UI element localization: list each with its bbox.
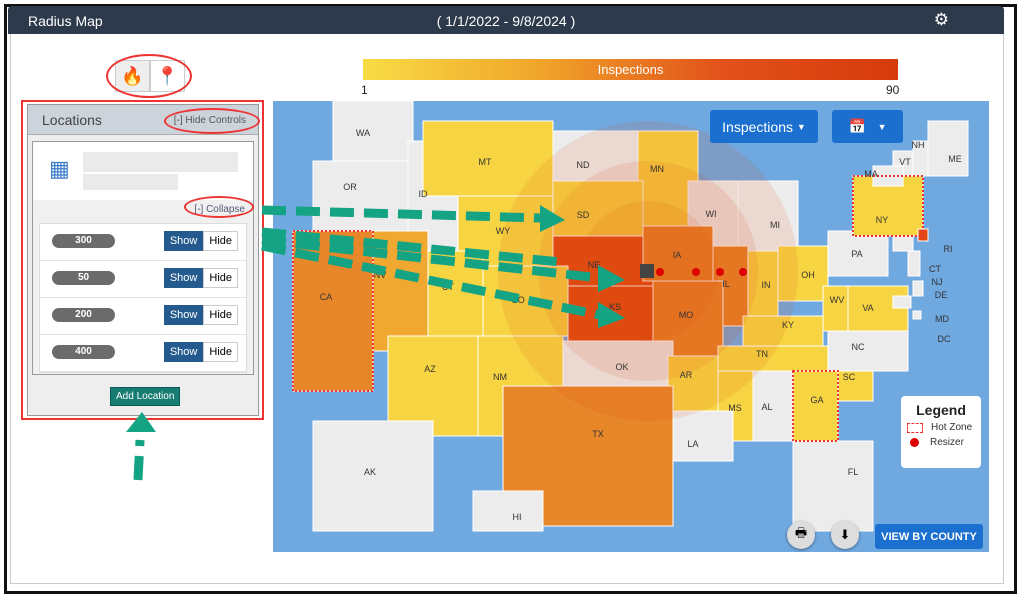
gear-icon[interactable]: ⚙	[934, 10, 949, 30]
state-label: PA	[851, 249, 862, 259]
state-label: LA	[687, 439, 698, 449]
state-label: CA	[320, 292, 333, 302]
state-label: DE	[935, 290, 948, 300]
state-label: IA	[673, 250, 682, 260]
state-or[interactable]	[312, 160, 409, 232]
state-label: OH	[801, 270, 815, 280]
state-de[interactable]	[912, 280, 924, 297]
hot-zone-swatch	[907, 422, 923, 433]
state-label: ME	[948, 154, 962, 164]
highlight-ring	[106, 54, 192, 98]
resizer-handle[interactable]	[739, 268, 747, 276]
caret-down-icon: ▼	[877, 121, 887, 132]
state-label: ND	[577, 160, 590, 170]
state-ut[interactable]	[427, 250, 484, 337]
resizer-handle[interactable]	[692, 268, 700, 276]
legend-title: Legend	[916, 402, 966, 418]
highlight-box	[21, 100, 264, 420]
state-label: MD	[935, 314, 949, 324]
state-label: NE	[588, 260, 601, 270]
state-label: KS	[609, 302, 621, 312]
state-label: FL	[848, 467, 859, 477]
state-label: SC	[843, 372, 856, 382]
date-range[interactable]: ( 1/1/2022 - 9/8/2024 )	[8, 13, 1004, 29]
state-label: NY	[876, 215, 889, 225]
state-fl[interactable]	[792, 440, 874, 532]
inspections-scale: Inspections	[363, 59, 898, 80]
state-label: CT	[929, 264, 941, 274]
state-label: IL	[722, 279, 730, 289]
map-legend: Legend Hot Zone Resizer	[901, 396, 981, 468]
state-label: MT	[479, 157, 492, 167]
print-icon[interactable]: 🖶	[787, 521, 815, 549]
resizer-handle[interactable]	[656, 268, 664, 276]
state-ca[interactable]	[292, 230, 374, 392]
view-by-county-button[interactable]: VIEW BY COUNTY	[875, 524, 983, 549]
date-dropdown[interactable]: 📅 ▼	[832, 110, 903, 143]
state-label: NC	[852, 342, 865, 352]
state-ga[interactable]	[792, 370, 839, 442]
resizer-handle[interactable]	[716, 268, 724, 276]
calendar-icon: 📅	[848, 118, 866, 134]
legend-item: Hot Zone	[931, 422, 973, 433]
state-label: VT	[899, 157, 911, 167]
state-label: RI	[944, 244, 953, 254]
state-label: MA	[864, 169, 878, 179]
resizer-swatch	[910, 438, 919, 447]
state-ct[interactable]	[892, 235, 914, 252]
state-wa[interactable]	[332, 101, 414, 162]
state-label: AZ	[424, 364, 436, 374]
state-label: VA	[862, 303, 873, 313]
download-icon[interactable]: ⬇	[831, 521, 859, 549]
state-label: OK	[615, 362, 628, 372]
state-label: WY	[496, 226, 511, 236]
state-label: DC	[938, 334, 951, 344]
state-label: MS	[728, 403, 742, 413]
state-label: AR	[680, 370, 693, 380]
state-label: WV	[830, 295, 845, 305]
state-label: WA	[356, 128, 370, 138]
state-dc[interactable]	[912, 310, 922, 320]
map-canvas[interactable]: WA OR ID MT ND MN WI MI SD WY NE IA IL IN OH PA NY NV UT CO…	[273, 101, 989, 552]
state-label: SD	[577, 210, 590, 220]
state-md[interactable]	[892, 295, 912, 309]
state-label: NH	[912, 140, 925, 150]
state-al[interactable]	[752, 370, 794, 442]
metric-dropdown[interactable]: Inspections ▼	[710, 110, 818, 143]
state-hi[interactable]	[472, 490, 544, 532]
state-label: AK	[364, 467, 376, 477]
state-label: UT	[442, 282, 454, 292]
state-label: TX	[592, 429, 604, 439]
caret-down-icon: ▼	[796, 121, 806, 132]
metric-label: Inspections	[722, 118, 793, 135]
state-label: NV	[374, 270, 387, 280]
state-nj[interactable]	[907, 250, 921, 277]
highlight-ring	[184, 196, 254, 218]
title-bar: Radius Map ( 1/1/2022 - 9/8/2024 ) ⚙	[8, 6, 1004, 34]
state-label: TN	[756, 349, 768, 359]
state-me[interactable]	[927, 120, 969, 177]
state-label: GA	[810, 395, 823, 405]
state-label: IN	[762, 280, 771, 290]
map[interactable]: WA OR ID MT ND MN WI MI SD WY NE IA IL IN OH PA NY NV UT CO…	[273, 101, 989, 552]
building-marker-icon[interactable]	[640, 264, 654, 278]
state-label: ID	[419, 189, 429, 199]
state-label: MN	[650, 164, 664, 174]
highlight-ring	[164, 108, 260, 134]
state-label: HI	[513, 512, 522, 522]
state-label: WI	[706, 209, 717, 219]
state-label: CO	[511, 295, 525, 305]
legend-item: Resizer	[930, 437, 964, 448]
state-label: NJ	[932, 277, 943, 287]
state-label: MO	[679, 310, 694, 320]
state-nc[interactable]	[827, 330, 909, 372]
scale-max: 90	[886, 83, 900, 97]
scale-min: 1	[361, 83, 368, 97]
state-label: NM	[493, 372, 507, 382]
state-label: KY	[782, 320, 794, 330]
state-label: OR	[343, 182, 357, 192]
state-label: AL	[761, 402, 772, 412]
state-label: MI	[770, 220, 780, 230]
state-la[interactable]	[667, 410, 734, 462]
